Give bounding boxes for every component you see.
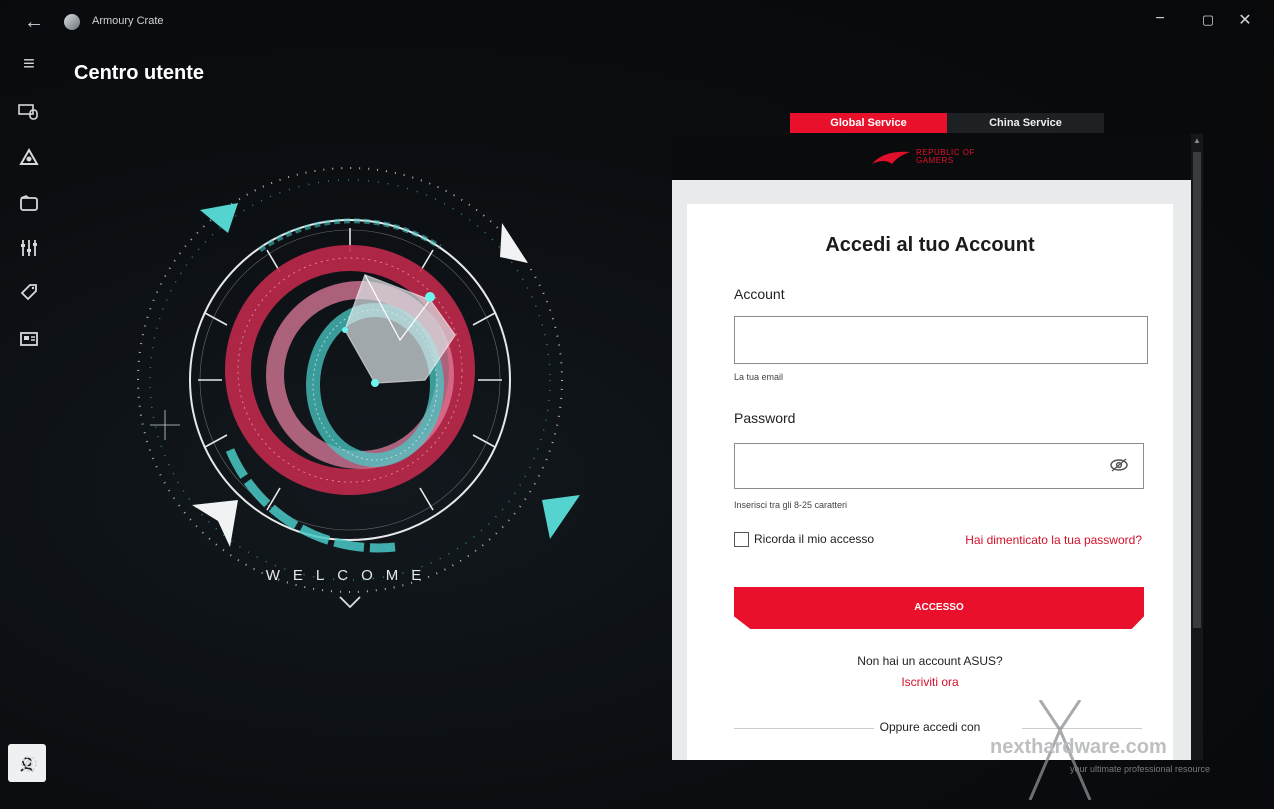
password-field[interactable] <box>734 443 1144 489</box>
welcome-artwork: WELCOME <box>110 155 590 625</box>
scroll-thumb[interactable] <box>1193 152 1201 628</box>
app-title: Armoury Crate <box>92 15 164 27</box>
login-button[interactable]: ACCESSO <box>734 587 1144 629</box>
minimize-button[interactable]: − <box>1148 10 1172 28</box>
aura-icon[interactable] <box>18 147 40 168</box>
title-bar: ← Armoury Crate − ▢ ✕ <box>0 0 1274 44</box>
rog-line-2: GAMERS <box>916 156 954 165</box>
rog-logo: REPUBLIC OF GAMERS <box>872 146 1006 170</box>
welcome-text: WELCOME <box>266 567 435 584</box>
close-button[interactable]: ✕ <box>1233 10 1257 30</box>
signup-link[interactable]: Iscriviti ora <box>687 675 1173 689</box>
menu-icon[interactable]: ≡ <box>18 54 40 74</box>
account-hint: La tua email <box>734 372 784 382</box>
login-card: Accedi al tuo Account Account La tua ema… <box>687 204 1173 760</box>
back-arrow-icon[interactable]: ← <box>24 11 44 34</box>
maximize-button[interactable]: ▢ <box>1196 12 1220 28</box>
rog-wordmark: REPUBLIC OF GAMERS <box>916 149 975 165</box>
deals-tag-icon[interactable] <box>18 282 40 302</box>
service-tabs: Global Service China Service <box>790 113 1104 133</box>
account-label: Account <box>734 286 785 302</box>
armoury-crate-window: ← Armoury Crate − ▢ ✕ ≡ Centro utente WE… <box>0 0 1274 809</box>
tab-china-service[interactable]: China Service <box>947 113 1104 133</box>
login-title: Accedi al tuo Account <box>825 234 1035 256</box>
device-icon[interactable] <box>18 102 40 122</box>
remember-me-label[interactable]: Ricorda il mio accesso <box>754 532 874 546</box>
scroll-up-icon[interactable]: ▲ <box>1191 136 1203 145</box>
password-label: Password <box>734 410 796 426</box>
watermark-tagline: your ultimate professional resource <box>1070 764 1211 774</box>
news-icon[interactable] <box>18 330 40 350</box>
rog-eye-icon <box>872 151 910 164</box>
no-account-text: Non hai un account ASUS? <box>857 654 1003 668</box>
password-hint: Inserisci tra gli 8-25 caratteri <box>734 500 848 510</box>
forgot-password-link[interactable]: Hai dimenticato la tua password? <box>965 533 1142 547</box>
login-form-area: Accedi al tuo Account Account La tua ema… <box>672 180 1191 760</box>
navigation-rail: ≡ <box>0 44 56 809</box>
watermark-brand: nexthardware.com <box>990 736 1167 758</box>
settings-gear-icon[interactable] <box>18 754 40 774</box>
game-library-icon[interactable] <box>18 194 40 214</box>
armoury-crate-logo-icon <box>64 14 80 30</box>
login-panel-header: REPUBLIC OF GAMERS <box>672 134 1192 180</box>
account-input[interactable] <box>734 316 1148 364</box>
page-title: Centro utente <box>74 62 204 84</box>
tab-global-service[interactable]: Global Service <box>790 113 947 133</box>
watermark: nexthardware.com your ultimate professio… <box>990 700 1274 800</box>
remember-me-checkbox[interactable] <box>734 532 749 547</box>
scenario-profiles-icon[interactable] <box>18 238 40 258</box>
form-scrollbar[interactable]: ▲ <box>1191 134 1203 760</box>
show-password-eye-icon[interactable] <box>1109 457 1129 473</box>
